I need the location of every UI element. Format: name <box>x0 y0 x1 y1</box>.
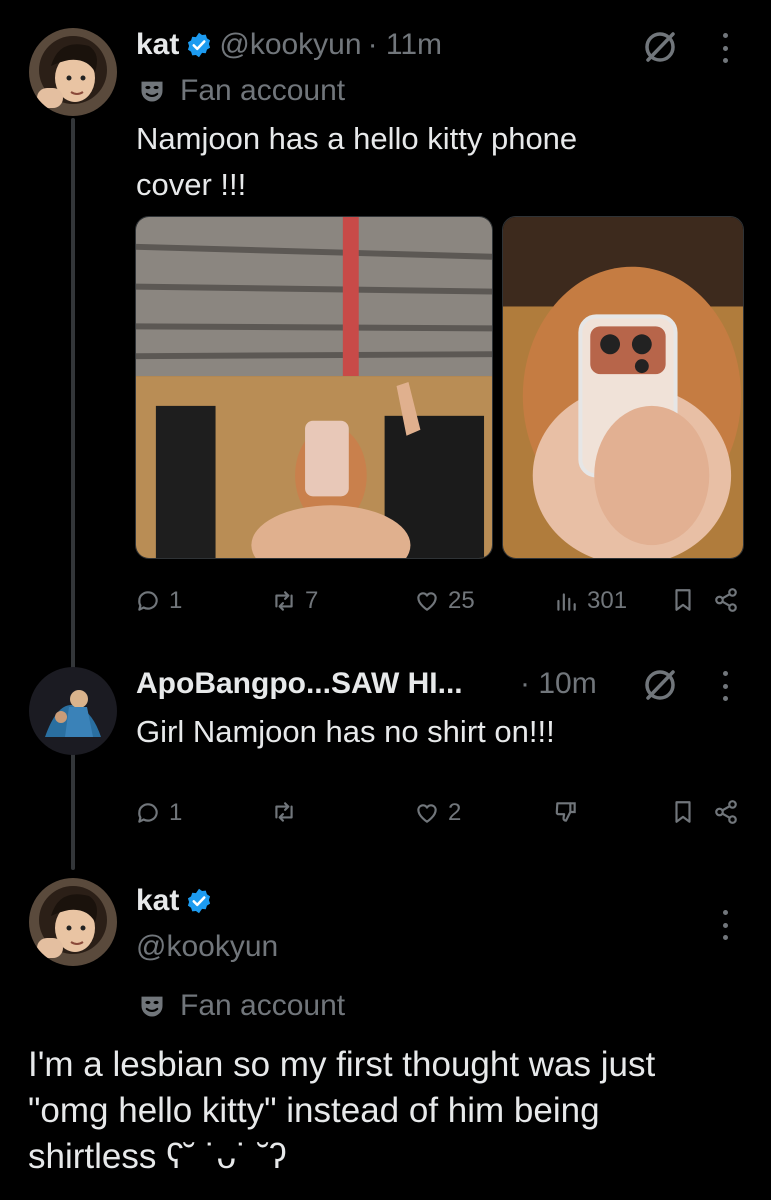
avatar-kat[interactable] <box>29 878 117 966</box>
tweet1-text-line1: Namjoon has a hello kitty phone <box>136 121 578 156</box>
bookmark-icon <box>675 589 691 611</box>
views-count: 301 <box>587 587 628 614</box>
bookmark-button[interactable] <box>670 587 696 613</box>
like-button[interactable]: 25 <box>414 587 475 615</box>
tweet1-header: kat @kookyun · 11m <box>136 28 442 62</box>
share-icon <box>715 588 737 612</box>
mask-icon <box>138 77 166 105</box>
share-button[interactable] <box>713 587 739 613</box>
fan-account-label: Fan account <box>138 989 345 1023</box>
retweet-button[interactable] <box>271 799 297 825</box>
retweet-button[interactable]: 7 <box>271 587 318 615</box>
fan-account-label: Fan account <box>138 74 345 108</box>
handle[interactable]: @kookyun <box>219 28 361 62</box>
reply-icon <box>138 591 158 611</box>
tweet1-text: Namjoon has a hello kitty phone cover !!… <box>136 116 577 208</box>
like-count: 25 <box>448 587 475 614</box>
downvote-button[interactable] <box>553 799 579 825</box>
retweet-count: 7 <box>305 587 319 614</box>
reply-button[interactable]: 1 <box>135 587 182 615</box>
reply-button[interactable]: 1 <box>135 799 182 827</box>
bookmark-icon <box>675 801 691 823</box>
reply-count: 1 <box>169 799 183 826</box>
grok-icon[interactable] <box>640 27 680 67</box>
display-name[interactable]: kat <box>136 28 179 62</box>
tweet3-text-line3: shirtless ʕ˘ ˙ᴗ˙ ˘ʔ <box>28 1137 287 1176</box>
like-icon <box>417 804 437 823</box>
tweet-image-2[interactable] <box>502 216 744 559</box>
share-button[interactable] <box>713 799 739 825</box>
tweet-image-1[interactable] <box>135 216 493 559</box>
like-button[interactable]: 2 <box>414 799 461 827</box>
retweet-icon <box>275 802 293 822</box>
tweet3-text: I'm a lesbian so my first thought was ju… <box>28 1042 655 1180</box>
avatar-kat[interactable] <box>29 28 117 116</box>
more-icon[interactable] <box>720 33 730 63</box>
handle[interactable]: @kookyun <box>136 930 278 964</box>
grok-icon[interactable] <box>640 665 680 705</box>
verified-badge-icon <box>185 31 213 59</box>
tweet2-header: ApoBangpo...SAW HI... <box>136 667 463 701</box>
more-icon[interactable] <box>720 671 730 701</box>
tweet2-text: Girl Namjoon has no shirt on!!! <box>136 714 555 749</box>
more-icon[interactable] <box>720 910 730 940</box>
reply-count: 1 <box>169 587 183 614</box>
display-name[interactable]: kat <box>136 884 179 918</box>
downvote-icon <box>555 802 576 822</box>
verified-badge-icon <box>185 887 213 915</box>
timestamp[interactable]: · 10m <box>520 667 597 701</box>
bookmark-button[interactable] <box>670 799 696 825</box>
tweet3-text-line1: I'm a lesbian so my first thought was ju… <box>28 1045 656 1084</box>
fan-account-text: Fan account <box>180 74 346 107</box>
tweet1-text-line2: cover !!! <box>136 167 247 202</box>
thread-line <box>71 118 75 870</box>
timestamp[interactable]: · 11m <box>368 28 442 62</box>
avatar-apobangpo[interactable] <box>29 667 117 755</box>
tweet3-text-line2: "omg hello kitty" instead of him being <box>28 1091 600 1130</box>
mask-icon <box>138 992 166 1020</box>
like-count: 2 <box>448 799 462 826</box>
tweet3-header: kat <box>136 884 213 918</box>
views-icon <box>557 593 576 611</box>
views-button[interactable]: 301 <box>553 587 627 615</box>
retweet-icon <box>275 591 293 611</box>
fan-account-text: Fan account <box>180 989 346 1022</box>
like-icon <box>417 592 437 611</box>
reply-icon <box>138 803 158 823</box>
share-icon <box>715 800 737 824</box>
display-name[interactable]: ApoBangpo...SAW HI... <box>136 667 463 701</box>
